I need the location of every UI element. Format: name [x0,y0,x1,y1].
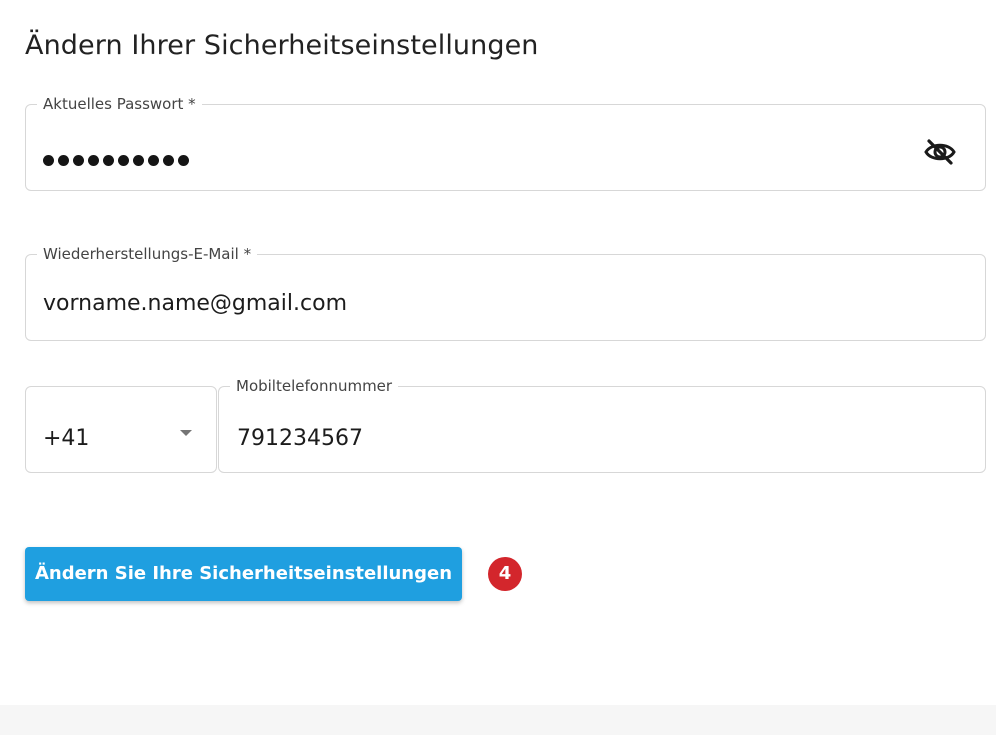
change-security-settings-button[interactable]: Ändern Sie Ihre Sicherheitseinstellungen [25,547,462,601]
mobile-phone-value[interactable]: 791234567 [237,426,363,451]
recovery-email-value[interactable]: vorname.name@gmail.com [43,291,347,316]
page-title: Ändern Ihrer Sicherheitseinstellungen [25,30,539,61]
recovery-email-label: Wiederherstellungs-E-Mail * [37,245,258,263]
country-code-value: +41 [43,426,90,451]
toggle-password-visibility-button[interactable] [923,138,957,166]
password-mask-dot [178,155,189,166]
password-mask-dot [73,155,84,166]
recovery-email-field[interactable]: Wiederherstellungs-E-Mail * vorname.name… [25,245,986,341]
country-code-select[interactable]: +41 [25,386,217,473]
password-mask-dot [58,155,69,166]
password-mask-dot [118,155,129,166]
mobile-phone-label: Mobiltelefonnummer [230,377,399,395]
eye-off-icon [924,139,956,165]
step-badge: 4 [488,557,522,591]
security-settings-page: Ändern Ihrer Sicherheitseinstellungen Ak… [0,0,996,735]
password-mask-dot [43,155,54,166]
password-mask-dot [88,155,99,166]
footer-divider [0,705,996,735]
password-mask-dot [103,155,114,166]
password-field[interactable]: Aktuelles Passwort * [25,95,986,191]
password-mask-dot [133,155,144,166]
chevron-down-icon [180,430,192,436]
password-mask-dot [163,155,174,166]
password-label: Aktuelles Passwort * [37,95,202,113]
password-mask-dot [148,155,159,166]
password-masked-value[interactable] [43,155,189,166]
mobile-phone-field[interactable]: Mobiltelefonnummer 791234567 [218,377,986,473]
